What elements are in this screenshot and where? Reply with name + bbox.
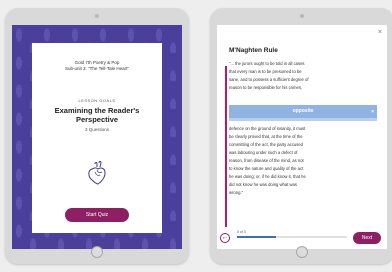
tablet-home-button[interactable] [91, 246, 103, 258]
course-subtitle-line-2: Sub-unit 3: "The Tell-Tale Heart" [65, 66, 129, 71]
course-subtitle: Gold 7th Poetry & Pop Sub-unit 3: "The T… [32, 60, 162, 72]
passage-line: reason to be responsible for his crimes, [229, 85, 303, 91]
lesson-title: Examining the Reader's Perspective [38, 106, 156, 124]
lesson-kicker: LESSON GOALS [78, 98, 116, 103]
progress-bar [237, 236, 347, 238]
progress-label: 0 of 3 [237, 230, 246, 234]
start-quiz-button[interactable]: Start Quiz [65, 208, 129, 222]
next-button[interactable]: Next [353, 232, 381, 244]
passage-line: sane, and to possess a sufficient degree… [229, 77, 309, 83]
tablet-quiz: Gold 7th Poetry & Pop Sub-unit 3: "The T… [5, 8, 189, 264]
tablet-home-button[interactable] [296, 246, 308, 258]
definition-word: opposite [292, 108, 314, 114]
passage-line: defence on the ground of insanity, it mu… [229, 125, 306, 131]
reading-screen: × M'Naghten Rule "... the jurors ought t… [217, 25, 387, 249]
passage-line: that every man is to be presumed to be [229, 69, 302, 75]
tablet-camera [300, 14, 304, 18]
lesson-title-line-1: Examining the Reader's [54, 106, 140, 115]
passage-text: "... the jurors ought to be told in all … [229, 60, 379, 197]
passage-line: "... the jurors ought to be told in all … [229, 61, 305, 66]
tablet-reader: × M'Naghten Rule "... the jurors ought t… [210, 8, 392, 264]
tablet-camera [95, 14, 99, 18]
back-arrow-icon[interactable]: ← [220, 233, 230, 243]
passage-line: did not know he was doing what was [229, 182, 297, 188]
passage-line: to know the nature and quality of the ac… [229, 166, 304, 172]
passage-line: reason, from disease of the mind, as not [229, 157, 304, 163]
passage-line: was labouring under such a defect of [229, 149, 298, 155]
passage-line: he was doing; or, if he did know it, tha… [229, 174, 306, 180]
question-count: 3 Questions [84, 127, 109, 132]
passage-title: M'Naghten Rule [229, 47, 278, 54]
close-definition-icon[interactable]: × [371, 106, 374, 118]
passage-margin-marker [225, 66, 227, 231]
progress-fill [237, 236, 276, 238]
quiz-start-screen: Gold 7th Poetry & Pop Sub-unit 3: "The T… [12, 25, 182, 249]
lesson-card: Gold 7th Poetry & Pop Sub-unit 3: "The T… [32, 43, 162, 233]
passage-line: be clearly proved that, at the time of t… [229, 133, 303, 139]
anatomical-heart-icon [88, 161, 106, 185]
definition-strip [229, 118, 377, 121]
lesson-title-line-2: Perspective [75, 115, 119, 124]
close-icon[interactable]: × [378, 29, 382, 36]
vocabulary-definition-popup[interactable]: opposite × [229, 105, 377, 121]
passage-line: wrong." [229, 190, 244, 196]
passage-line: committing of the act, the party accused [229, 141, 304, 147]
